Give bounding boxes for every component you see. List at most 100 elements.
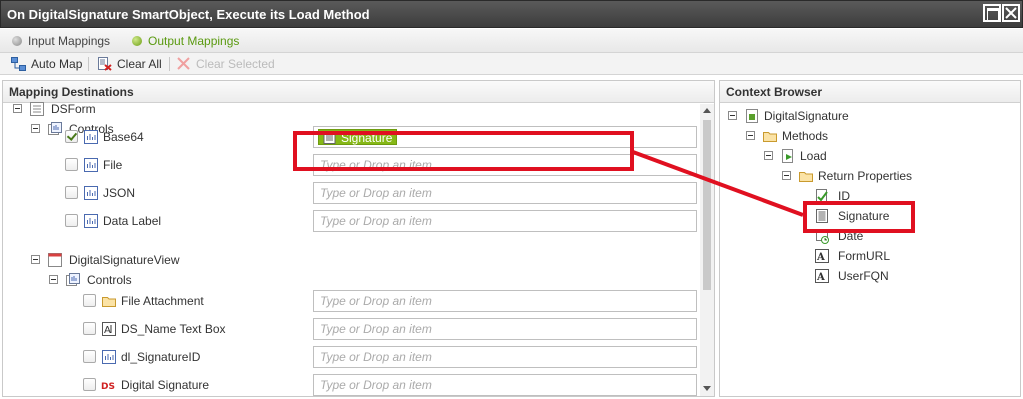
drop-placeholder: Type or Drop an item — [320, 350, 432, 364]
control-label: Digital Signature — [121, 378, 210, 392]
control-label: Data Label — [103, 214, 162, 228]
row-checkbox[interactable] — [65, 186, 78, 199]
drop-placeholder: Type or Drop an item — [320, 322, 432, 336]
label-icon — [84, 214, 98, 228]
clear-all-label: Clear All — [117, 57, 162, 71]
label-icon — [102, 350, 116, 364]
control-label: File Attachment — [121, 294, 204, 308]
clear-all-button[interactable]: Clear All — [97, 56, 162, 72]
control-label: Base64 — [103, 130, 144, 144]
maximize-icon[interactable] — [983, 4, 1001, 22]
control-label: dl_SignatureID — [121, 350, 201, 364]
window-titlebar: On DigitalSignature SmartObject, Execute… — [0, 0, 1023, 28]
control-label: JSON — [103, 186, 136, 200]
text-property-icon: A — [815, 249, 829, 263]
close-icon[interactable] — [1002, 4, 1020, 22]
collapse-icon[interactable] — [31, 124, 40, 133]
auto-map-icon — [11, 57, 26, 71]
tree-label: UserFQN — [838, 269, 889, 283]
highlight-box-signature-property — [803, 201, 915, 233]
tree-label: Controls — [87, 273, 132, 287]
mapping-destinations-panel: Mapping Destinations DSForm Controls Bas… — [2, 80, 715, 397]
mapping-drop-field[interactable]: Type or Drop an item — [313, 290, 697, 312]
tab-label: Input Mappings — [28, 34, 111, 48]
panel-header: Context Browser — [720, 81, 1020, 103]
controls-icon — [48, 122, 62, 135]
svg-text:DS: DS — [101, 382, 115, 392]
mapping-drop-field[interactable]: Type or Drop an item — [313, 182, 697, 204]
toolbar-divider — [88, 57, 89, 71]
folder-icon — [102, 297, 116, 307]
collapse-icon[interactable] — [49, 275, 58, 284]
drop-placeholder: Type or Drop an item — [320, 378, 432, 392]
scroll-up-icon[interactable] — [703, 108, 711, 113]
drop-placeholder: Type or Drop an item — [320, 214, 432, 228]
context-browser-panel: Context Browser DigitalSignature Methods… — [719, 80, 1021, 397]
collapse-icon[interactable] — [764, 151, 773, 160]
tree-label: DigitalSignature — [764, 109, 849, 123]
row-checkbox[interactable] — [65, 130, 78, 143]
mapping-drop-field[interactable]: Type or Drop an item — [313, 374, 697, 396]
collapse-icon[interactable] — [31, 255, 40, 264]
row-checkbox[interactable] — [83, 322, 96, 335]
tree-label: DSForm — [51, 102, 96, 116]
mapping-tabs: Input Mappings Output Mappings — [0, 29, 1023, 53]
tree-label: Methods — [782, 129, 829, 143]
auto-map-label: Auto Map — [31, 57, 83, 71]
control-label: DS_Name Text Box — [121, 322, 226, 336]
tree-label: Load — [800, 149, 827, 163]
textbox-icon: A — [102, 322, 116, 336]
mapping-drop-field[interactable]: Type or Drop an item — [313, 318, 697, 340]
tab-output-mappings[interactable]: Output Mappings — [132, 34, 239, 48]
toolbar: Auto Map Clear All Clear Selected — [0, 53, 1023, 75]
tab-input-mappings[interactable]: Input Mappings — [12, 34, 110, 48]
view-icon — [48, 253, 62, 267]
tab-label: Output Mappings — [148, 34, 240, 48]
auto-map-button[interactable]: Auto Map — [11, 56, 82, 72]
collapse-icon[interactable] — [13, 104, 22, 113]
row-checkbox[interactable] — [83, 378, 96, 391]
controls-icon — [66, 273, 80, 286]
vertical-scrollbar[interactable] — [700, 104, 714, 396]
mapping-drop-field[interactable]: Type or Drop an item — [313, 210, 697, 232]
drop-placeholder: Type or Drop an item — [320, 294, 432, 308]
text-property-icon: A — [815, 269, 829, 283]
row-checkbox[interactable] — [83, 350, 96, 363]
label-icon — [84, 130, 98, 144]
tree-label: Return Properties — [818, 169, 913, 183]
svg-text:A: A — [104, 325, 111, 336]
row-checkbox[interactable] — [65, 214, 78, 227]
form-icon — [30, 102, 44, 116]
scroll-down-icon[interactable] — [703, 386, 711, 391]
radio-icon — [12, 36, 22, 46]
collapse-icon[interactable] — [728, 111, 737, 120]
svg-text:A: A — [816, 252, 825, 263]
folder-icon — [799, 172, 813, 182]
collapse-icon[interactable] — [746, 131, 755, 140]
scroll-thumb[interactable] — [703, 120, 711, 290]
folder-icon — [763, 132, 777, 142]
tree-label: DigitalSignatureView — [69, 253, 180, 267]
method-icon — [782, 149, 793, 163]
drop-placeholder: Type or Drop an item — [320, 186, 432, 200]
radio-selected-icon — [132, 36, 142, 46]
mapping-drop-field[interactable]: Type or Drop an item — [313, 346, 697, 368]
label-icon — [84, 158, 98, 172]
ds-icon: DS — [101, 382, 115, 392]
clear-selected-button[interactable]: Clear Selected — [176, 56, 275, 72]
panel-header: Mapping Destinations — [3, 81, 714, 103]
tree-label: FormURL — [838, 249, 891, 263]
clear-selected-icon — [177, 57, 190, 70]
row-checkbox[interactable] — [83, 294, 96, 307]
window-title: On DigitalSignature SmartObject, Execute… — [7, 7, 370, 22]
clear-all-icon — [98, 57, 112, 71]
label-icon — [84, 186, 98, 200]
smartobject-icon — [746, 109, 758, 123]
control-label: File — [103, 158, 123, 172]
row-checkbox[interactable] — [65, 158, 78, 171]
toolbar-divider — [169, 57, 170, 71]
clear-selected-label: Clear Selected — [196, 57, 275, 71]
svg-text:A: A — [816, 272, 825, 283]
collapse-icon[interactable] — [782, 171, 791, 180]
highlight-box-base64-mapping — [293, 131, 634, 171]
